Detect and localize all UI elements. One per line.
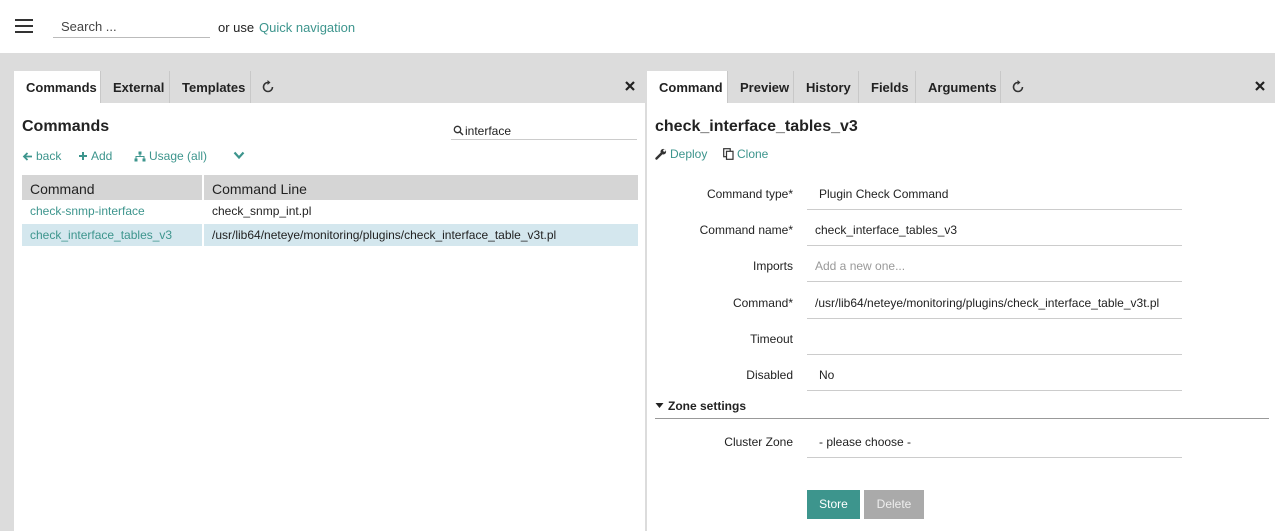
disabled-select[interactable]: No [807,361,1182,391]
timeout-label: Timeout [750,332,793,346]
command-input[interactable]: /usr/lib64/neteye/monitoring/plugins/che… [807,289,1182,319]
disabled-label: Disabled [746,368,793,382]
command-cell[interactable]: check-snmp-interface [22,200,204,224]
cluster-zone-row: Cluster Zone - please choose - [647,428,1275,458]
table-header-row: Command Command Line [22,175,638,200]
table-row[interactable]: check-snmp-interface check_snmp_int.pl [22,200,638,224]
tab-command[interactable]: Command [647,71,728,103]
add-label: Add [91,149,113,163]
tab-templates[interactable]: Templates [170,71,251,103]
clone-link[interactable]: Clone [723,147,768,161]
chevron-down-icon [233,151,245,160]
panel-title: Commands [22,118,110,135]
imports-input[interactable]: Add a new one... [807,252,1182,282]
wrench-icon [655,148,667,160]
caret-down-icon [655,403,664,408]
add-link[interactable]: Add [78,149,112,163]
quick-navigation-link[interactable]: Quick navigation [259,20,355,35]
tab-commands[interactable]: Commands [14,71,101,103]
tab-external[interactable]: External [101,71,170,103]
close-icon[interactable] [623,79,637,93]
usage-label: Usage (all) [149,149,208,163]
command-row: Command* /usr/lib64/neteye/monitoring/pl… [647,289,1275,319]
timeout-input[interactable] [807,325,1182,355]
deploy-link[interactable]: Deploy [655,147,707,161]
command-search[interactable] [451,122,637,140]
close-icon[interactable] [1253,79,1267,93]
tab-history[interactable]: History [794,71,859,103]
command-name-label: Command name* [699,223,793,237]
copy-icon [723,148,734,160]
delete-button[interactable]: Delete [864,490,924,519]
tab-arguments[interactable]: Arguments [916,71,1001,103]
imports-label: Imports [752,259,793,273]
refresh-icon[interactable] [1010,79,1026,95]
tab-fields[interactable]: Fields [859,71,916,103]
column-header-command[interactable]: Command [22,175,204,200]
tab-preview[interactable]: Preview [728,71,794,103]
command-title: check_interface_tables_v3 [655,118,858,135]
table-row-selected[interactable]: check_interface_tables_v3 /usr/lib64/net… [22,223,638,247]
menu-icon[interactable] [15,19,33,33]
column-header-command-line[interactable]: Command Line [203,175,638,200]
commands-panel: Commands External Templates Commands bac… [14,71,645,531]
usage-link[interactable]: Usage (all) [134,149,207,163]
zone-settings-label: Zone settings [668,399,747,413]
command-line-cell: /usr/lib64/neteye/monitoring/plugins/che… [203,223,638,247]
command-type-select[interactable]: Plugin Check Command [807,180,1182,210]
or-use-text: or use [218,20,255,35]
plus-icon [79,152,87,160]
command-name-row: Command name* check_interface_tables_v3 [647,216,1275,246]
top-bar: or use Quick navigation [0,0,1275,53]
search-icon [453,125,464,136]
arrow-left-icon [22,151,32,161]
disabled-row: Disabled No [647,361,1275,391]
command-label: Command* [732,296,793,310]
clone-label: Clone [737,147,769,161]
left-tab-bar: Commands External Templates [14,71,645,103]
cluster-zone-select[interactable]: - please choose - [807,428,1182,458]
right-tab-bar: Command Preview History Fields Arguments [647,71,1275,103]
commands-table: Command Command Line check-snmp-interfac… [22,175,638,247]
command-type-row: Command type* Plugin Check Command [647,180,1275,210]
back-label: back [36,149,62,163]
back-link[interactable]: back [22,149,61,163]
command-search-input[interactable] [465,122,635,139]
command-cell[interactable]: check_interface_tables_v3 [22,223,204,247]
command-name-input[interactable]: check_interface_tables_v3 [807,216,1182,246]
command-detail-panel: Command Preview History Fields Arguments… [647,71,1275,531]
store-button[interactable]: Store [807,490,860,519]
more-actions-dropdown[interactable] [233,151,245,160]
command-type-label: Command type* [706,187,793,201]
command-line-cell: check_snmp_int.pl [203,200,638,224]
timeout-row: Timeout [647,325,1275,355]
refresh-icon[interactable] [260,79,276,95]
zone-settings-toggle[interactable]: Zone settings [655,399,1269,419]
deploy-label: Deploy [670,147,708,161]
sitemap-icon [134,151,146,161]
imports-row: Imports Add a new one... [647,252,1275,282]
cluster-zone-label: Cluster Zone [724,435,793,449]
search-input[interactable] [53,16,210,38]
